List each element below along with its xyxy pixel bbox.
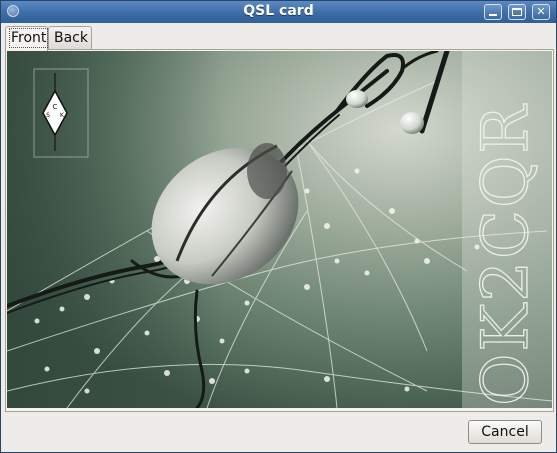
callsign-text: OK2CQR [469, 103, 543, 406]
tab-back[interactable]: Back [48, 26, 92, 50]
svg-text:C: C [53, 103, 58, 111]
tab-front-label: Front [8, 28, 49, 48]
close-icon: ✕ [536, 5, 546, 18]
card-panel: C S K OK2CQR [5, 49, 554, 412]
close-button[interactable]: ✕ [532, 4, 550, 20]
window-title: QSL card [243, 3, 314, 19]
minimize-icon [489, 14, 497, 16]
maximize-button[interactable] [508, 4, 526, 20]
tab-front[interactable]: Front [5, 26, 49, 51]
cancel-button[interactable]: Cancel [468, 420, 542, 444]
maximize-icon [512, 8, 522, 16]
svg-text:S: S [46, 112, 50, 119]
title-bar[interactable]: QSL card ✕ [1, 1, 556, 23]
tab-back-label: Back [54, 30, 88, 46]
qsl-card-image: C S K OK2CQR [7, 51, 552, 408]
minimize-button[interactable] [484, 4, 502, 20]
qsl-card-window: QSL card ✕ Front Back C S K OK2CQR Cance… [0, 0, 557, 453]
